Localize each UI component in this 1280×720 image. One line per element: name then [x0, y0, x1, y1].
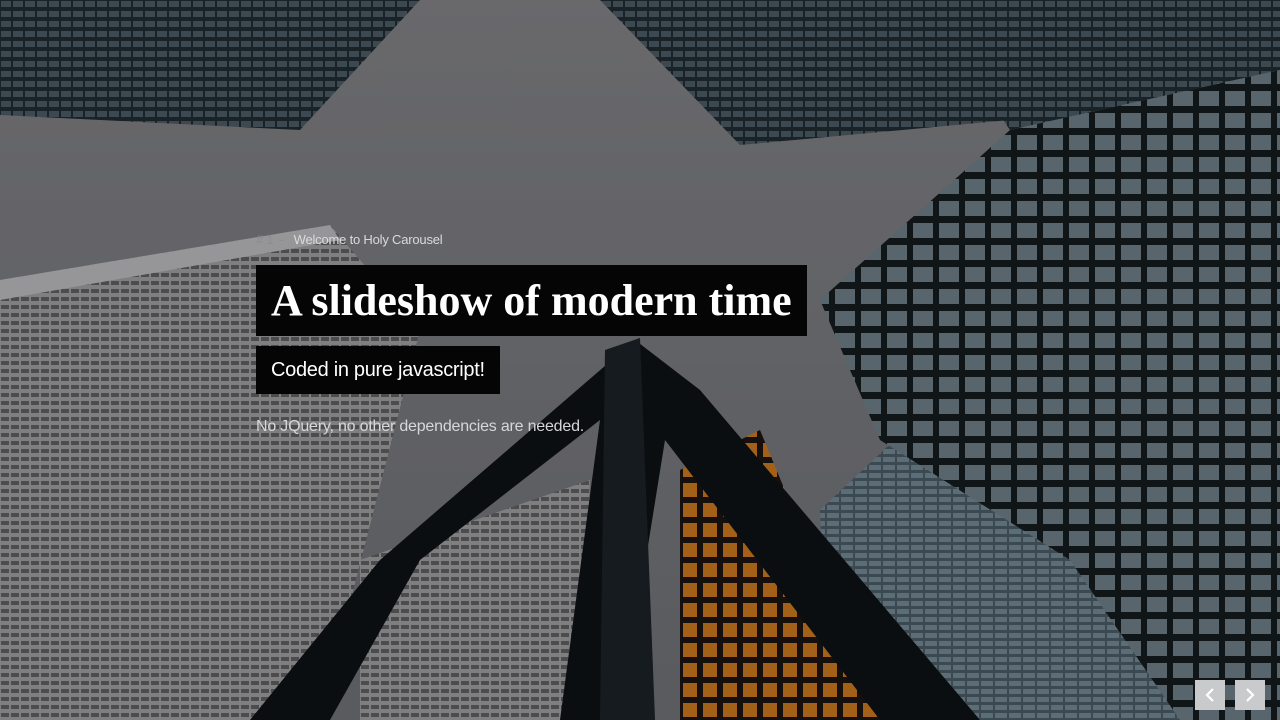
slide-title: A slideshow of modern time: [271, 276, 792, 325]
slide-description: No JQuery, no other dependencies are nee…: [256, 418, 585, 435]
chevron-left-icon: [1205, 688, 1214, 702]
slide-separator: -: [279, 231, 284, 247]
title-box: A slideshow of modern time: [256, 265, 807, 336]
carousel-navigation: [1195, 680, 1265, 710]
previous-slide-button[interactable]: [1195, 680, 1225, 710]
slide-number: # 1: [256, 231, 274, 247]
slide-subtitle: Coded in pure javascript!: [271, 359, 485, 381]
slide-caption: # 1 - Welcome to Holy Carousel A slidesh…: [256, 228, 956, 436]
next-slide-button[interactable]: [1235, 680, 1265, 710]
subtitle-box: Coded in pure javascript!: [256, 346, 500, 394]
slide-label: Welcome to Holy Carousel: [293, 231, 443, 247]
slide-meta: # 1 - Welcome to Holy Carousel: [256, 228, 956, 250]
carousel: # 1 - Welcome to Holy Carousel A slidesh…: [0, 0, 1280, 720]
chevron-right-icon: [1246, 688, 1255, 702]
